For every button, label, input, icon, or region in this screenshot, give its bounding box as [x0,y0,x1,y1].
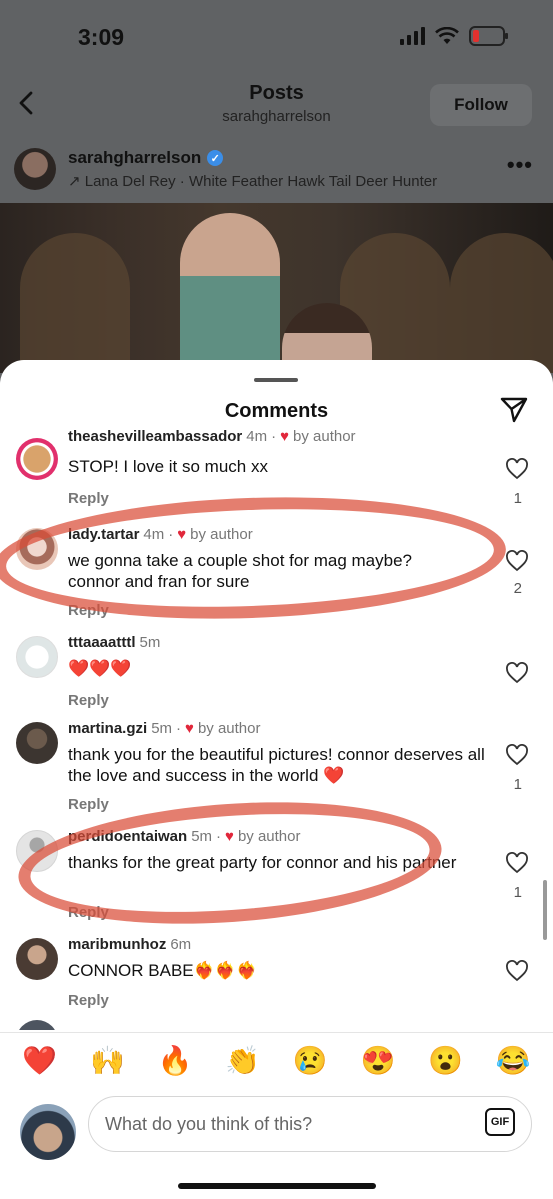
background-arch [20,233,130,373]
author-liked-heart-icon: ♥ [225,828,234,845]
like-count: 1 [513,490,522,507]
commenter-avatar[interactable] [16,528,58,570]
reaction-crying-icon[interactable]: 😢 [290,1044,330,1077]
comment-text: STOP! I love it so much xx [68,457,268,476]
gif-button[interactable]: GIF [485,1108,515,1136]
comment-time: 4m [246,430,268,445]
comment-meta: martina.gzi 5m · ♥ by author [68,720,261,737]
status-icons [400,26,508,46]
comment-meta: theashevilleambassador 4m · ♥ by author [68,430,356,445]
comment-time: 6m [170,936,192,953]
comment-meta: tttaaaatttl 5m [68,634,160,651]
cellular-signal-icon [400,27,425,45]
post-author-avatar[interactable] [14,148,56,190]
reply-button[interactable]: Reply [68,490,109,507]
comment-meta: maribmunhoz 6m [68,936,191,953]
wifi-icon [435,27,459,44]
commenter-avatar[interactable] [16,438,58,480]
comment-username[interactable]: lady.tartar [68,526,139,543]
comment-text: thank you for the beautiful pictures! co… [68,745,485,785]
comment-username[interactable]: perdidoentaiwan [68,828,187,845]
reaction-clap-icon[interactable]: 👏 [223,1044,263,1077]
reaction-surprised-icon[interactable]: 😮 [426,1044,466,1077]
sheet-drag-handle[interactable] [254,378,298,382]
comment-input[interactable] [88,1096,532,1152]
like-heart-icon[interactable] [505,662,529,684]
like-heart-icon[interactable] [505,852,529,874]
current-user-avatar [20,1104,76,1160]
liked-by-author-label: by author [197,720,261,737]
more-options-icon[interactable]: ••• [507,152,533,178]
post-music-link[interactable]: ↗ Lana Del Rey · White Feather Hawk Tail… [68,172,437,190]
comment-composer: GIF [0,1090,553,1170]
photo-person [180,213,280,373]
comments-list[interactable]: theashevilleambassador 4m · ♥ by author … [0,430,553,1030]
like-count: 1 [513,884,522,901]
top-nav: Posts sarahgharrelson Follow [0,72,553,142]
reply-button[interactable]: Reply [68,904,109,921]
comment-time: 4m [143,526,165,543]
liked-by-author-label: by author [293,430,356,445]
like-heart-icon[interactable] [505,458,529,480]
author-liked-heart-icon: ♥ [185,720,194,737]
post-header: sarahgharrelson ✓ ↗ Lana Del Rey · White… [0,142,553,202]
verified-badge-icon: ✓ [207,150,224,166]
reply-button[interactable]: Reply [68,602,109,619]
comment-meta: lady.tartar 4m · ♥ by author [68,526,253,543]
comments-sheet: Comments theashevilleambassador 4m · ♥ b… [0,360,553,1199]
status-time: 3:09 [78,24,125,50]
reaction-heart-icon[interactable]: ❤️ [20,1044,60,1077]
commenter-avatar[interactable] [16,636,58,678]
reply-button[interactable]: Reply [68,992,109,1009]
comment-username[interactable]: maribmunhoz [68,936,166,953]
reaction-laughing-icon[interactable]: 😂 [493,1044,533,1077]
comment-username[interactable]: martina.gzi [68,720,147,737]
commenter-avatar[interactable] [16,830,58,872]
comment-text: CONNOR BABE❤️‍🔥❤️‍🔥❤️‍🔥 [68,961,258,980]
like-count: 1 [513,776,522,793]
comment-time: 5m [151,720,173,737]
author-liked-heart-icon: ♥ [177,526,187,543]
comment-meta: perdidoentaiwan 5m · ♥ by author [68,828,301,845]
comment-time: 5m [139,634,161,651]
status-bar: 3:09 [0,0,553,70]
comment-time: 5m [191,828,213,845]
post-author-username[interactable]: sarahgharrelson [68,148,201,168]
home-indicator [178,1183,376,1189]
commenter-avatar[interactable] [16,722,58,764]
comment-text: we gonna take a couple shot for mag mayb… [68,551,412,591]
commenter-avatar[interactable] [16,938,58,980]
like-heart-icon[interactable] [505,960,529,982]
comment-text: ❤️❤️❤️ [68,659,132,678]
comment-text: thanks for the great party for connor an… [68,853,457,872]
follow-button[interactable]: Follow [430,84,532,126]
post-image[interactable] [0,203,553,373]
reaction-fire-icon[interactable]: 🔥 [155,1044,195,1077]
like-heart-icon[interactable] [505,550,529,572]
post-author[interactable]: sarahgharrelson ✓ [68,148,224,168]
background-arch [450,233,553,373]
comment-username[interactable]: tttaaaatttl [68,634,136,651]
liked-by-author-label: by author [190,526,253,543]
reaction-heart-eyes-icon[interactable]: 😍 [358,1044,398,1077]
reaction-raised-hands-icon[interactable]: 🙌 [87,1044,127,1077]
commenter-avatar[interactable] [16,1020,58,1030]
like-count: 2 [513,580,522,597]
quick-reactions-bar: ❤️ 🙌 🔥 👏 😢 😍 😮 😂 [0,1032,553,1088]
comment-username[interactable]: theashevilleambassador [68,430,242,445]
liked-by-author-label: by author [237,828,301,845]
like-heart-icon[interactable] [505,744,529,766]
reply-button[interactable]: Reply [68,796,109,813]
battery-icon [469,26,508,46]
reply-button[interactable]: Reply [68,692,109,709]
scrollbar[interactable] [543,880,547,940]
share-paper-plane-icon[interactable] [499,394,529,424]
author-liked-heart-icon: ♥ [280,430,290,445]
comments-title: Comments [224,400,329,422]
